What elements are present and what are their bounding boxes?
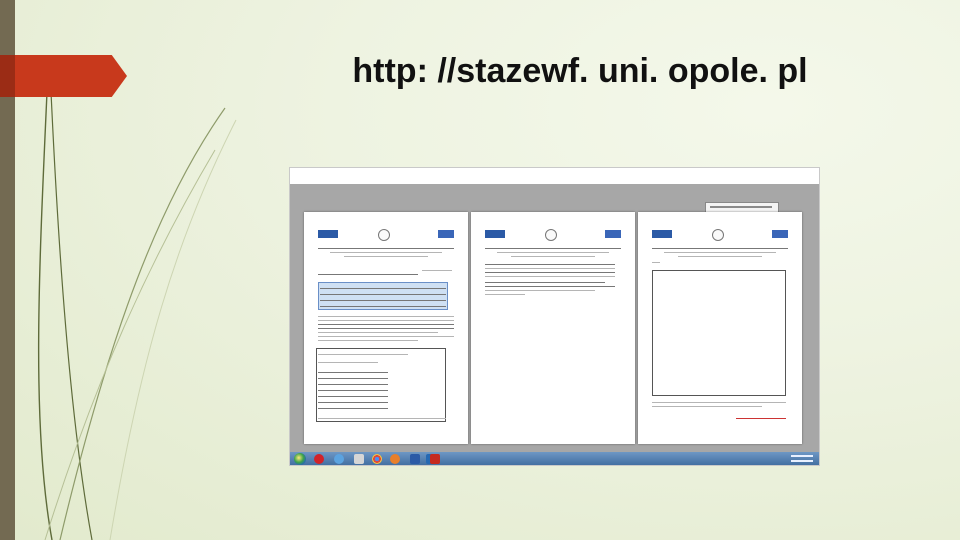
windows-start-icon[interactable]: [294, 453, 306, 465]
system-clock: [789, 453, 813, 465]
document-viewer-area: [290, 184, 819, 452]
logo-icon: [652, 230, 672, 238]
document-page-1: [304, 212, 468, 444]
ie-icon[interactable]: [334, 454, 344, 464]
accent-tab: [0, 55, 127, 97]
eu-flag-icon: [772, 230, 788, 238]
document-screenshot: [289, 167, 820, 466]
eu-flag-icon: [605, 230, 621, 238]
document-page-2: [471, 212, 635, 444]
logo-icon: [485, 230, 505, 238]
document-page-3: [638, 212, 802, 444]
eu-flag-icon: [438, 230, 454, 238]
chrome-icon[interactable]: [372, 454, 382, 464]
word-icon[interactable]: [410, 454, 420, 464]
seal-icon: [545, 229, 557, 241]
seal-icon: [712, 229, 724, 241]
slide-title: http: //stazewf. uni. opole. pl: [352, 52, 808, 90]
acrobat-icon[interactable]: [430, 454, 440, 464]
windows-taskbar: [290, 452, 819, 465]
viewer-toolbar: [290, 168, 819, 184]
explorer-icon[interactable]: [354, 454, 364, 464]
seal-icon: [378, 229, 390, 241]
opera-icon[interactable]: [314, 454, 324, 464]
firefox-icon[interactable]: [390, 454, 400, 464]
logo-icon: [318, 230, 338, 238]
